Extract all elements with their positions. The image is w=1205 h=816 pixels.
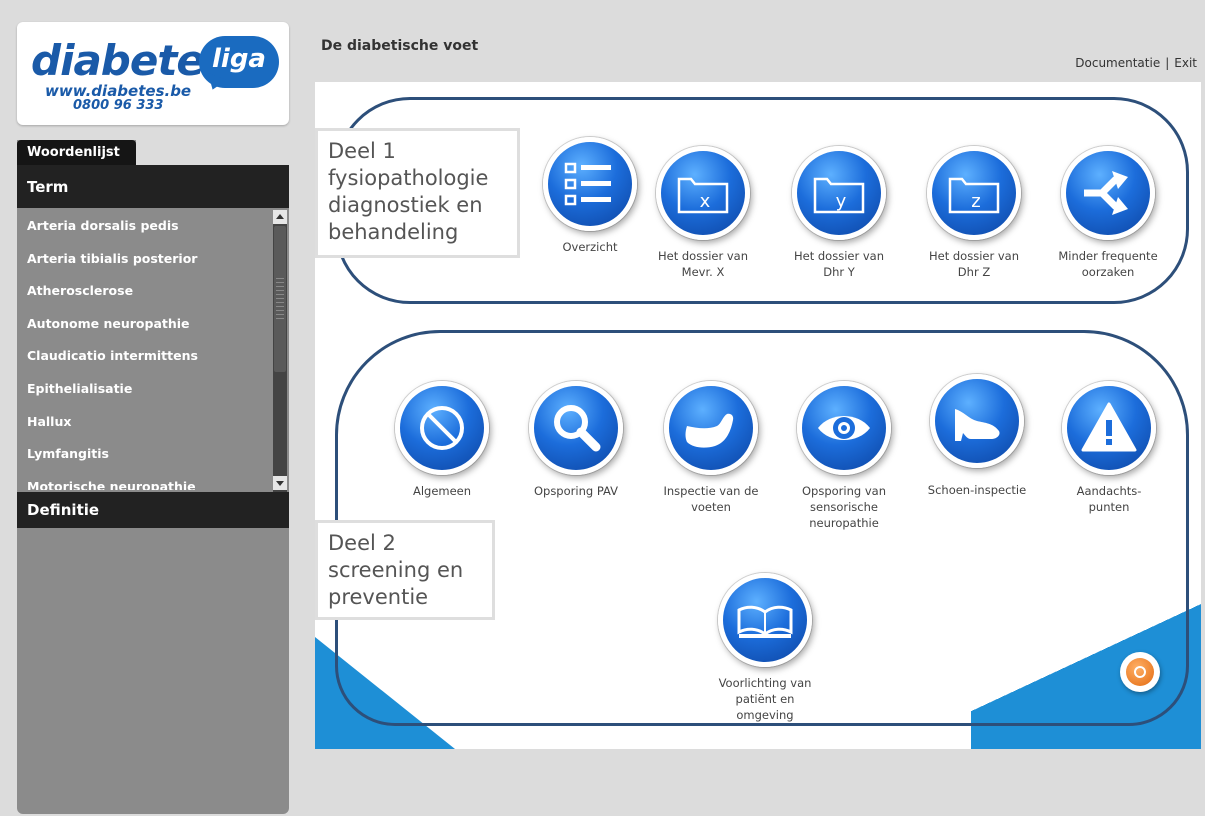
glossary-panel: Woordenlijst Term Arteria dorsalis pedis…: [17, 140, 289, 814]
tile-opsporing-pav[interactable]: Opsporing PAV: [510, 381, 642, 499]
exit-link[interactable]: Exit: [1174, 56, 1197, 70]
tile-label: Schoen-inspectie: [927, 483, 1027, 497]
tile-schoen-inspectie[interactable]: Schoen-inspectie: [911, 374, 1043, 498]
tile-label: Het dossier van Mevr. X: [657, 249, 748, 279]
tile-aandachtspunten[interactable]: Aandachts-punten: [1043, 381, 1175, 515]
scroll-down-arrow-icon[interactable]: [273, 476, 287, 490]
tile-voorlichting[interactable]: Voorlichting van patiënt en omgeving: [699, 573, 831, 723]
scroll-up-arrow-icon[interactable]: [273, 210, 287, 224]
tile-dossier-dhr-y[interactable]: y Het dossier van Dhr Y: [773, 146, 905, 280]
help-button[interactable]: [1120, 652, 1160, 692]
tile-label: Het dossier van Dhr Z: [928, 249, 1019, 279]
foot-icon[interactable]: [664, 381, 758, 475]
term-item[interactable]: Epithelialisatie: [17, 371, 273, 404]
prohibited-icon[interactable]: [395, 381, 489, 475]
compass-icon[interactable]: [1126, 658, 1154, 686]
magnifier-icon[interactable]: [529, 381, 623, 475]
section-2-label-line: Deel 2: [328, 531, 396, 555]
branch-arrow-icon[interactable]: [1061, 146, 1155, 240]
section-2-label-line: screening en: [328, 558, 464, 582]
tile-opsporing-sensorische-neuropathie[interactable]: Opsporing van sensorische neuropathie: [778, 381, 910, 531]
tile-label: Algemeen: [412, 484, 472, 498]
folder-x-icon[interactable]: x: [656, 146, 750, 240]
svg-text:z: z: [971, 191, 980, 212]
term-item[interactable]: Claudicatio intermittens: [17, 338, 273, 371]
eye-icon[interactable]: [797, 381, 891, 475]
section-1-label-line: fysiopathologie: [328, 166, 489, 190]
tile-label: Opsporing PAV: [533, 484, 619, 498]
term-item[interactable]: Arteria tibialis posterior: [17, 241, 273, 274]
term-scrollbar[interactable]: [273, 210, 287, 492]
tile-inspectie-voeten[interactable]: Inspectie van de voeten: [645, 381, 777, 515]
section-1-label-line: diagnostiek en: [328, 193, 483, 217]
tile-minder-frequente-oorzaken[interactable]: Minder frequente oorzaken: [1042, 146, 1174, 280]
tile-label: Het dossier van Dhr Y: [793, 249, 884, 279]
warning-icon[interactable]: [1062, 381, 1156, 475]
term-item[interactable]: Arteria dorsalis pedis: [17, 208, 273, 241]
scroll-thumb[interactable]: [274, 226, 286, 372]
term-header: Term: [17, 165, 289, 208]
documentatie-link[interactable]: Documentatie: [1075, 56, 1160, 70]
section-1-label-line: behandeling: [328, 220, 459, 244]
svg-text:y: y: [836, 191, 847, 212]
logo-bubble-text: liga: [212, 44, 266, 74]
tab-woordenlijst[interactable]: Woordenlijst: [17, 140, 136, 165]
definitie-header: Definitie: [17, 492, 289, 528]
tile-label: Voorlichting van patiënt en omgeving: [718, 676, 812, 722]
tile-label: Minder frequente oorzaken: [1058, 249, 1158, 279]
top-links: Documentatie | Exit: [1075, 56, 1197, 70]
section-2-label: Deel 2 screening en preventie: [315, 520, 495, 620]
folder-y-icon[interactable]: y: [792, 146, 886, 240]
term-item[interactable]: Motorische neuropathie: [17, 469, 273, 490]
svg-text:x: x: [700, 191, 711, 212]
term-list: Arteria dorsalis pedis Arteria tibialis …: [17, 208, 273, 490]
section-1-label-line: Deel 1: [328, 139, 396, 163]
logo-bubble: liga: [199, 36, 279, 93]
section-2-label-line: preventie: [328, 585, 429, 609]
logo-phone: 0800 96 333: [73, 98, 164, 113]
tile-label: Inspectie van de voeten: [663, 484, 759, 514]
tile-algemeen[interactable]: Algemeen: [376, 381, 508, 499]
main-area: Deel 1 fysiopathologie diagnostiek en be…: [315, 82, 1201, 749]
section-1-label: Deel 1 fysiopathologie diagnostiek en be…: [315, 128, 520, 258]
list-icon[interactable]: [543, 137, 637, 231]
term-item[interactable]: Hallux: [17, 404, 273, 437]
tile-label: Aandachts-punten: [1076, 484, 1142, 514]
folder-z-icon[interactable]: z: [927, 146, 1021, 240]
shoe-icon[interactable]: [930, 374, 1024, 468]
logo: diabetes liga www.diabetes.be 0800 96 33…: [17, 22, 289, 125]
link-separator: |: [1165, 56, 1170, 70]
tile-dossier-dhr-z[interactable]: z Het dossier van Dhr Z: [908, 146, 1040, 280]
book-icon[interactable]: [718, 573, 812, 667]
term-item[interactable]: Lymfangitis: [17, 436, 273, 469]
tile-dossier-mevr-x[interactable]: x Het dossier van Mevr. X: [637, 146, 769, 280]
tile-label: Opsporing van sensorische neuropathie: [802, 484, 886, 530]
page-title: De diabetische voet: [321, 38, 479, 54]
term-item[interactable]: Atherosclerose: [17, 273, 273, 306]
term-item[interactable]: Autonome neuropathie: [17, 306, 273, 339]
